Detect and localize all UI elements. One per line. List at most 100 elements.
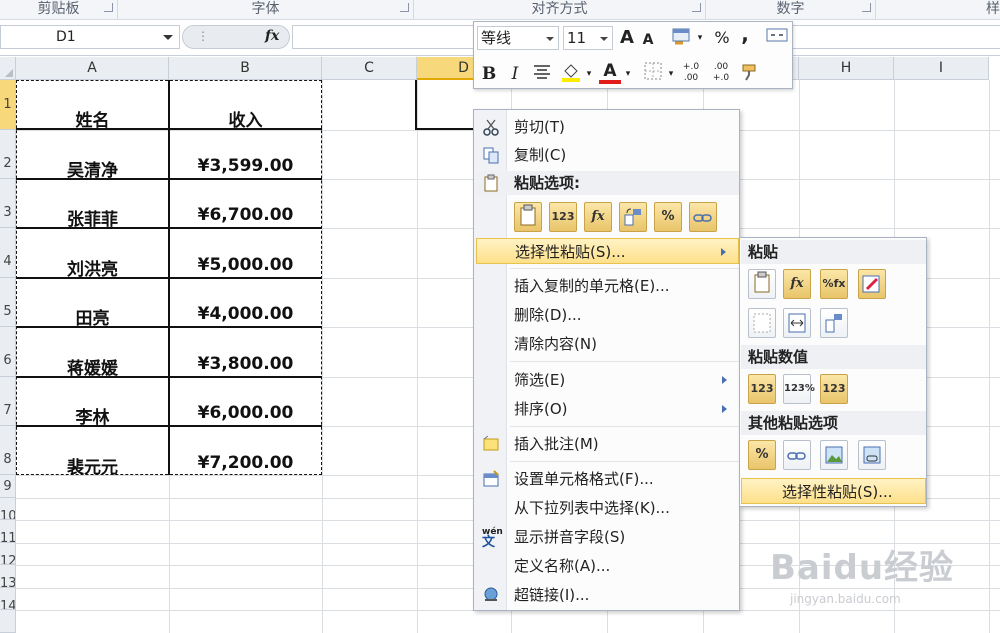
chevron-down-icon[interactable] <box>600 37 608 41</box>
comma-style-button[interactable]: , <box>736 22 754 46</box>
picture-icon[interactable] <box>820 440 848 470</box>
grip-icon[interactable]: ⋮ <box>197 29 209 43</box>
menu-item-insert-copied-cells[interactable]: 插入复制的单元格(E)... <box>476 273 739 299</box>
font-color-button[interactable]: A <box>599 60 621 84</box>
shrink-font-button[interactable]: A <box>639 28 657 52</box>
menu-item-clear-contents[interactable]: 清除内容(N) <box>476 331 739 357</box>
font-name-select[interactable]: 等线 <box>477 26 559 50</box>
cell-name[interactable]: 田亮 <box>16 304 169 329</box>
row-header-6[interactable]: 6 <box>0 327 16 377</box>
header-name[interactable]: 姓名 <box>16 106 169 131</box>
paste-link-icon[interactable] <box>689 202 717 232</box>
row-header-14[interactable]: 14 <box>0 588 16 610</box>
menu-item-paste-special[interactable]: 选择性粘贴(S)... <box>476 238 739 264</box>
menu-item-sort[interactable]: 排序(O) <box>476 396 739 422</box>
cell-income[interactable]: ¥6,700.00 <box>169 205 322 225</box>
paste-values-icon[interactable]: 123 <box>748 374 776 404</box>
row-header-3[interactable]: 3 <box>0 179 16 228</box>
merge-center-icon[interactable] <box>764 26 790 50</box>
row-header-9[interactable]: 9 <box>0 475 16 498</box>
menu-item-delete[interactable]: 删除(D)... <box>476 302 739 328</box>
column-header-h[interactable]: H <box>799 57 894 80</box>
paste-formulas-icon[interactable]: fx <box>783 269 811 299</box>
cell-income[interactable]: ¥5,000.00 <box>169 255 322 275</box>
cell-name[interactable]: 裴元元 <box>16 453 169 478</box>
insert-function-icon[interactable]: fx <box>265 28 279 44</box>
row-header-1[interactable]: 1 <box>0 80 16 130</box>
chevron-down-icon[interactable] <box>163 35 173 40</box>
decrease-decimal-button[interactable]: .00 +.0 <box>709 62 735 86</box>
fill-color-icon[interactable] <box>559 62 583 86</box>
values-number-format-icon[interactable]: 123% <box>783 374 815 404</box>
column-header-a[interactable]: A <box>16 57 169 80</box>
select-all-button[interactable] <box>0 57 16 80</box>
increase-decimal-button[interactable]: +.0 .00 <box>679 62 705 86</box>
paste-icon[interactable] <box>748 269 776 299</box>
dialog-launcher-icon[interactable] <box>862 3 871 12</box>
header-income[interactable]: 收入 <box>169 106 322 131</box>
cell-income[interactable]: ¥6,000.00 <box>169 403 322 423</box>
font-size-select[interactable]: 11 <box>563 26 613 50</box>
chevron-down-icon[interactable] <box>546 37 554 41</box>
borders-icon[interactable] <box>642 62 664 86</box>
menu-item-hyperlink[interactable]: 超链接(I)... <box>476 582 739 608</box>
paste-formatting-icon[interactable]: % <box>748 440 776 470</box>
dialog-launcher-icon[interactable] <box>692 3 701 12</box>
cell-income[interactable]: ¥3,599.00 <box>169 156 322 176</box>
cell-name[interactable]: 吴清净 <box>16 156 169 181</box>
paste-formulas-number-format-icon[interactable]: %fx <box>820 269 848 299</box>
name-box[interactable]: D1 <box>0 25 180 49</box>
chevron-down-icon[interactable]: ▾ <box>695 26 705 50</box>
chevron-down-icon[interactable]: ▾ <box>584 62 594 86</box>
menu-item-pick-from-list[interactable]: 从下拉列表中选择(K)... <box>476 495 739 521</box>
column-header-c[interactable]: C <box>322 57 417 80</box>
row-header-5[interactable]: 5 <box>0 278 16 327</box>
align-center-icon[interactable] <box>531 62 553 86</box>
row-header-15[interactable] <box>0 610 16 633</box>
row-header-10[interactable]: 10 <box>0 498 16 520</box>
percent-style-button[interactable]: % <box>712 26 732 50</box>
row-header-7[interactable]: 7 <box>0 377 16 426</box>
paste-formulas-icon[interactable]: fx <box>584 202 612 232</box>
row-header-13[interactable]: 13 <box>0 565 16 588</box>
format-painter-icon[interactable] <box>738 62 762 86</box>
chevron-down-icon[interactable]: ▾ <box>666 62 676 86</box>
row-header-4[interactable]: 4 <box>0 228 16 278</box>
dialog-launcher-icon[interactable] <box>400 3 409 12</box>
cell-income[interactable]: ¥4,000.00 <box>169 304 322 324</box>
menu-item-format-cells[interactable]: 设置单元格格式(F)... <box>476 466 739 492</box>
menu-item-define-name[interactable]: 定义名称(A)... <box>476 553 739 579</box>
row-header-12[interactable]: 12 <box>0 543 16 565</box>
grow-font-button[interactable]: A <box>617 26 637 50</box>
paste-formatting-icon[interactable]: % <box>654 202 682 232</box>
paste-values-icon[interactable]: 123 <box>549 202 577 232</box>
menu-item-copy[interactable]: 复制(C) <box>476 142 739 168</box>
values-source-formatting-icon[interactable]: 123 <box>820 374 848 404</box>
format-painter-table-icon[interactable] <box>669 26 695 50</box>
paste-link-icon[interactable] <box>783 440 811 470</box>
column-header-i[interactable]: I <box>894 57 989 80</box>
row-header-2[interactable]: 2 <box>0 130 16 179</box>
paste-transpose-icon[interactable] <box>619 202 647 232</box>
bold-button[interactable]: B <box>479 62 499 86</box>
italic-button[interactable]: I <box>505 62 525 86</box>
submenu-item-paste-special[interactable]: 选择性粘贴(S)... <box>741 478 926 504</box>
menu-item-cut[interactable]: 剪切(T) <box>476 114 739 140</box>
paste-icon[interactable] <box>514 202 542 232</box>
keep-column-widths-icon[interactable] <box>783 308 811 338</box>
row-header-8[interactable]: 8 <box>0 426 16 475</box>
cell-name[interactable]: 蒋媛媛 <box>16 354 169 379</box>
linked-picture-icon[interactable] <box>858 440 886 470</box>
no-borders-icon[interactable] <box>748 308 776 338</box>
cell-name[interactable]: 刘洪亮 <box>16 255 169 280</box>
menu-item-insert-comment[interactable]: 插入批注(M) <box>476 431 739 457</box>
cell-income[interactable]: ¥7,200.00 <box>169 453 322 473</box>
transpose-icon[interactable] <box>820 308 848 338</box>
cell-name[interactable]: 李林 <box>16 403 169 428</box>
cell-income[interactable]: ¥3,800.00 <box>169 354 322 374</box>
menu-item-show-phonetic[interactable]: wén 文 显示拼音字段(S) <box>476 524 739 550</box>
column-header-b[interactable]: B <box>169 57 322 80</box>
menu-item-filter[interactable]: 筛选(E) <box>476 367 739 393</box>
chevron-down-icon[interactable]: ▾ <box>623 62 633 86</box>
dialog-launcher-icon[interactable] <box>104 3 113 12</box>
